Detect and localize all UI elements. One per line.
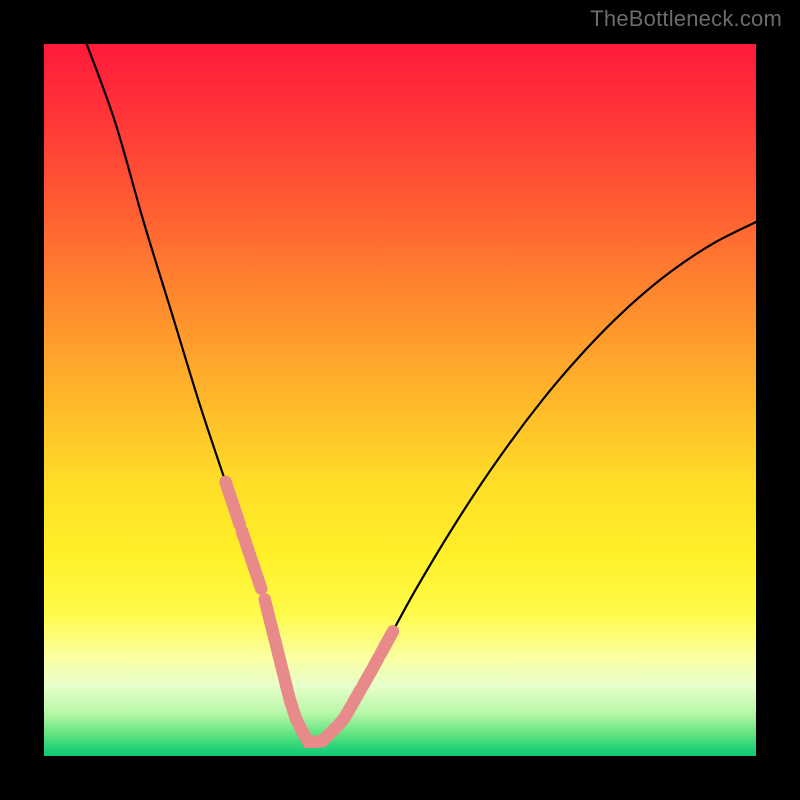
chart-svg [44,44,756,756]
highlight-segment-5 [381,631,393,653]
plot-area [44,44,756,756]
chart-frame: TheBottleneck.com [0,0,800,800]
highlight-segment-0 [226,482,240,525]
highlight-group [226,482,393,742]
highlight-segment-4 [363,658,379,686]
highlight-segment-1 [242,531,261,589]
bottleneck-curve [87,44,756,745]
highlight-segment-2 [265,599,315,741]
watermark-text: TheBottleneck.com [590,6,782,32]
highlight-segment-3 [317,689,361,742]
